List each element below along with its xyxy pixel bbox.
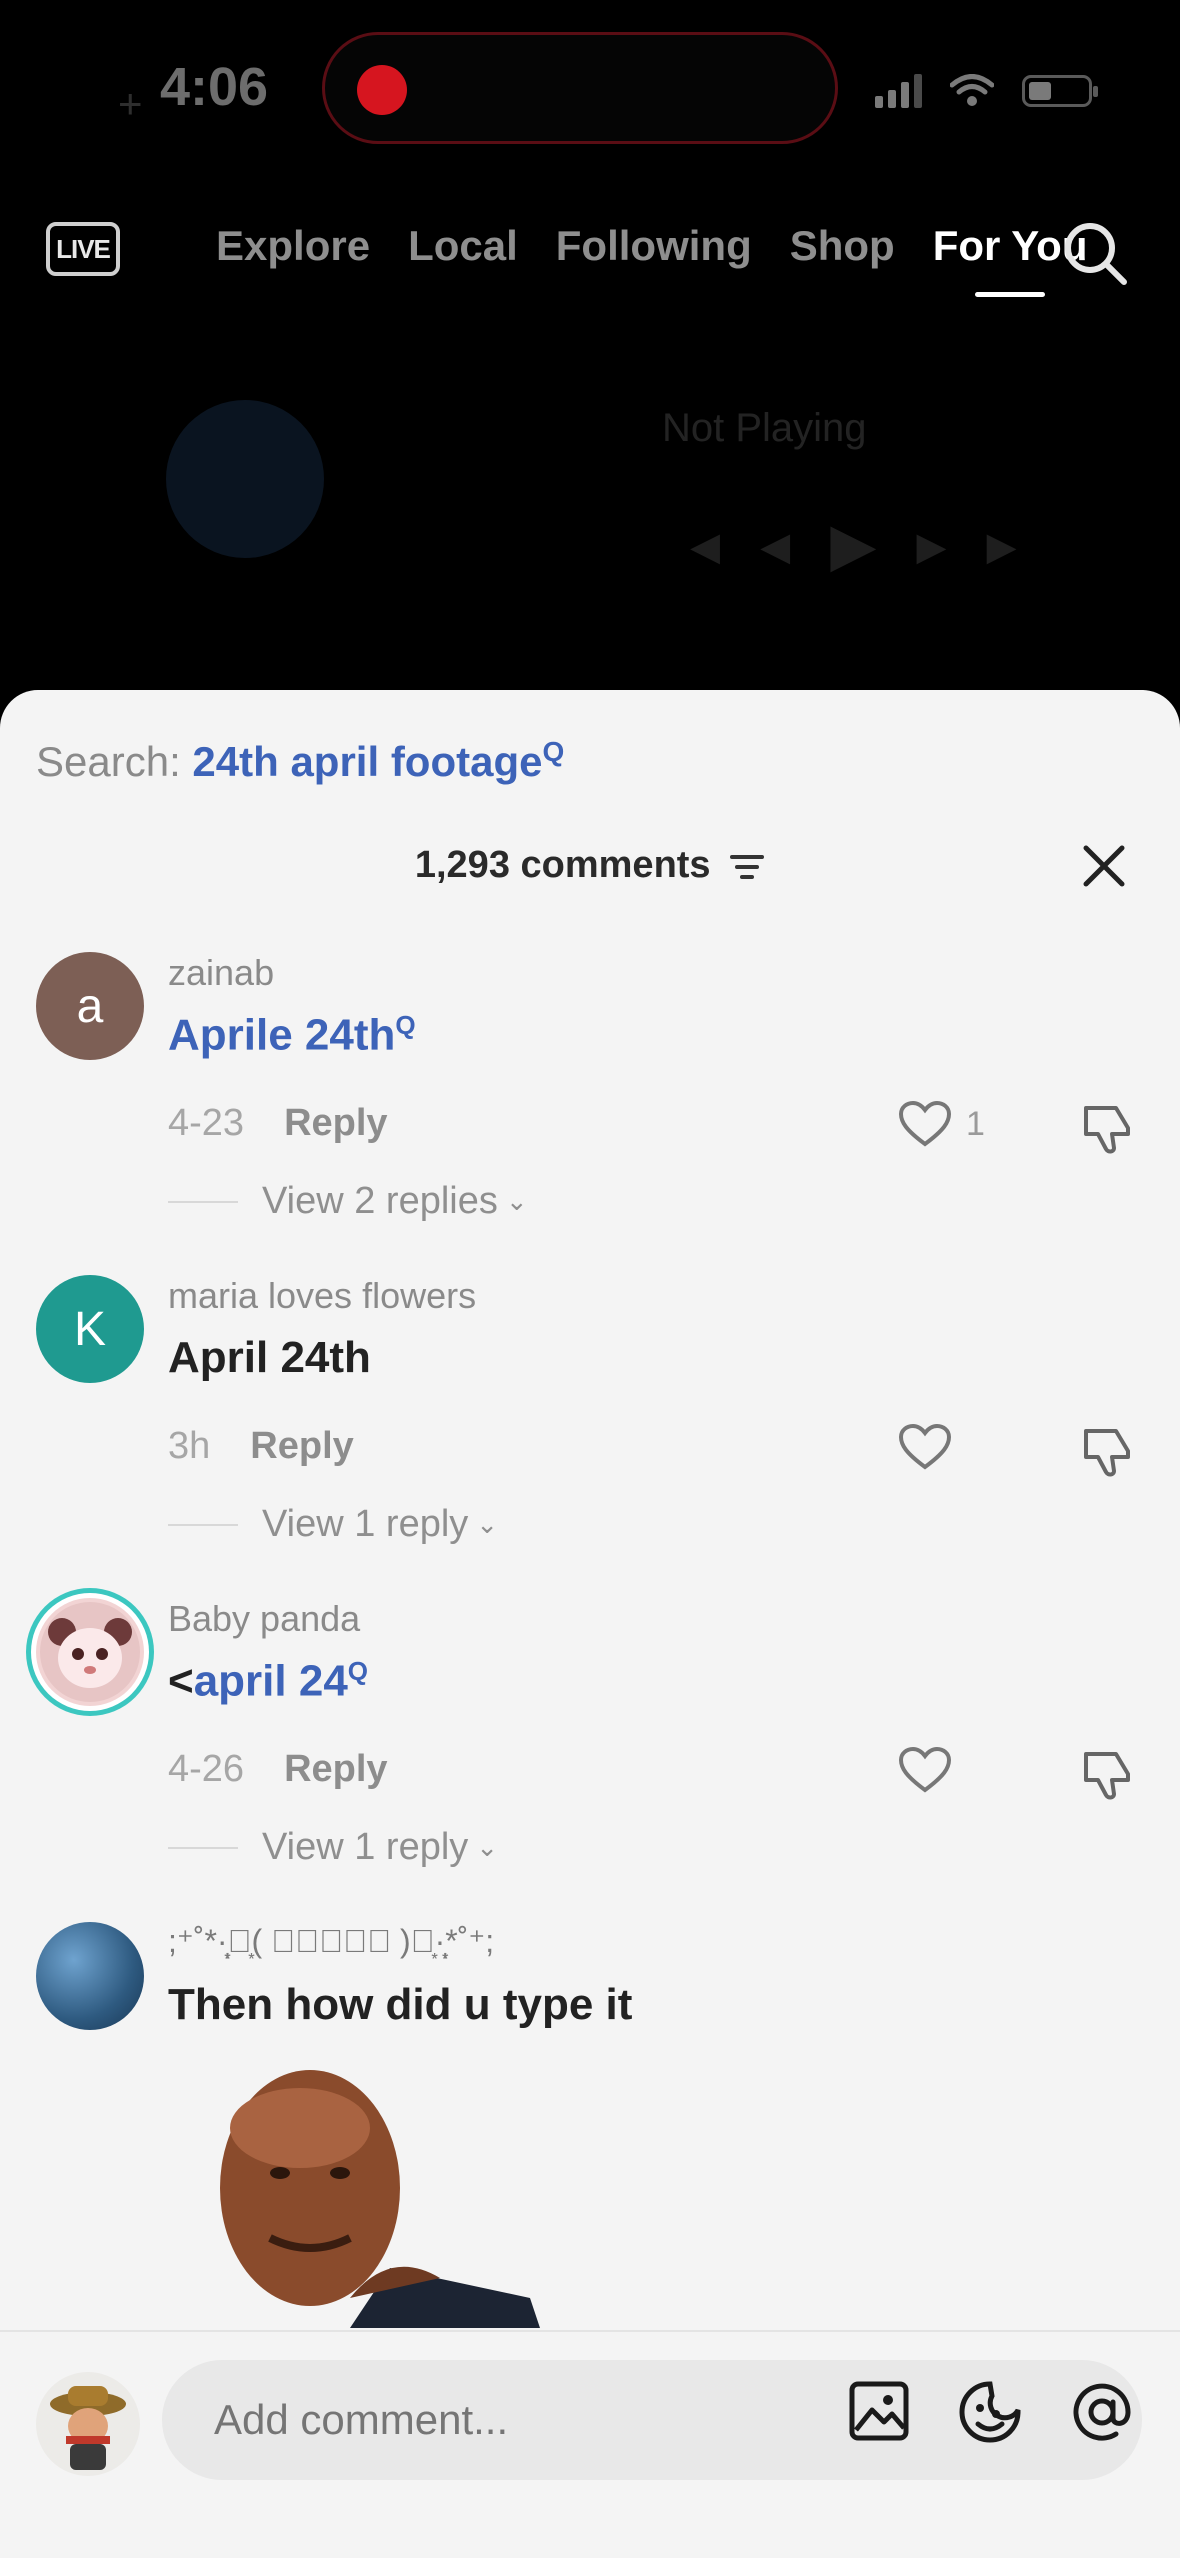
- avatar[interactable]: [36, 1598, 144, 1706]
- chevron-down-icon: ⌄: [476, 1832, 499, 1862]
- image-icon[interactable]: [848, 2380, 910, 2442]
- battery-icon: [1022, 75, 1098, 107]
- view-replies-label: View 1 reply: [262, 1826, 469, 1868]
- search-term-link[interactable]: 24th april footage: [192, 738, 542, 785]
- plus-icon: +: [118, 80, 143, 127]
- heart-icon: [898, 1746, 952, 1793]
- view-replies-button[interactable]: View 1 reply ⌄: [168, 1826, 498, 1869]
- reply-button[interactable]: Reply: [284, 1102, 387, 1144]
- heart-icon: [898, 1100, 952, 1147]
- comment-text-value: april 24: [193, 1656, 348, 1706]
- chevron-down-icon: ⌄: [476, 1509, 499, 1539]
- search-small-icon: Q: [395, 1010, 416, 1040]
- status-bar: + 4:06: [0, 0, 1180, 170]
- dislike-icon[interactable]: [1080, 1102, 1134, 1156]
- filter-icon[interactable]: [729, 852, 765, 882]
- comment-text: April 24th: [168, 1333, 371, 1382]
- wifi-icon: [950, 74, 994, 106]
- tab-explore[interactable]: Explore: [216, 222, 370, 270]
- related-search[interactable]: Search: 24th april footageQ: [36, 736, 564, 786]
- live-icon[interactable]: LIVE: [46, 222, 120, 276]
- divider: [168, 1523, 238, 1526]
- comment-date: 4-23: [168, 1102, 245, 1144]
- comment-text[interactable]: Aprile 24thQ: [168, 1010, 416, 1061]
- search-small-icon: Q: [347, 1656, 369, 1686]
- view-replies-button[interactable]: View 1 reply ⌄: [168, 1503, 498, 1546]
- search-icon[interactable]: [1060, 218, 1130, 288]
- search-prefix: Search:: [36, 738, 193, 785]
- comments-count-label: 1,293 comments: [414, 844, 711, 886]
- panda-avatar-image: [40, 1602, 140, 1702]
- divider: [168, 1846, 238, 1849]
- comment-text[interactable]: <april 24Q: [168, 1656, 368, 1707]
- comment-meta: 3h Reply: [168, 1425, 354, 1468]
- like-button[interactable]: 1: [898, 1100, 985, 1148]
- avatar-letter: K: [73, 1302, 106, 1356]
- avatar-letter: a: [76, 979, 104, 1033]
- like-button[interactable]: [898, 1746, 952, 1794]
- reply-button[interactable]: Reply: [284, 1748, 387, 1790]
- background-wifi-tile: [166, 400, 324, 558]
- status-icons: [875, 74, 1098, 108]
- comment-username[interactable]: zainab: [168, 952, 274, 994]
- tab-local[interactable]: Local: [408, 222, 518, 270]
- emoji-icon[interactable]: [958, 2380, 1022, 2444]
- divider: [168, 1200, 238, 1203]
- composer-actions: [848, 2380, 1134, 2444]
- avatar[interactable]: [36, 1922, 144, 2030]
- comment-date: 3h: [168, 1425, 211, 1467]
- tab-shop[interactable]: Shop: [790, 222, 895, 270]
- comment-username[interactable]: maria loves flowers: [168, 1275, 476, 1317]
- dislike-icon[interactable]: [1080, 1748, 1134, 1802]
- comments-sheet: Search: 24th april footageQ 1,293 commen…: [0, 690, 1180, 2558]
- view-replies-label: View 1 reply: [262, 1503, 469, 1545]
- chevron-down-icon: ⌄: [505, 1186, 528, 1216]
- heart-icon: [898, 1423, 952, 1470]
- comment-composer: [0, 2330, 1180, 2558]
- cellular-signal-icon: [875, 74, 922, 108]
- view-replies-label: View 2 replies: [262, 1180, 498, 1222]
- mention-icon[interactable]: [1070, 2380, 1134, 2444]
- feed-tabs: Explore Local Following Shop For You: [216, 222, 1125, 270]
- status-time: 4:06: [160, 57, 269, 117]
- close-icon[interactable]: [1076, 838, 1132, 894]
- comment-text-value: Aprile 24th: [168, 1010, 396, 1060]
- my-avatar[interactable]: [36, 2372, 140, 2476]
- comment-username[interactable]: Baby panda: [168, 1598, 360, 1640]
- screen-recording-indicator[interactable]: [322, 32, 838, 144]
- comments-count[interactable]: 1,293 comments: [0, 844, 1180, 887]
- comment-date: 4-26: [168, 1748, 245, 1790]
- tab-following[interactable]: Following: [556, 222, 752, 270]
- comment-username[interactable]: ;⁺˚*·̩͙‧͙( 𝒏𝒊𝒚𝒂𝒉 )‧͙·̩͙*˚⁺;: [168, 1922, 494, 1960]
- reply-button[interactable]: Reply: [250, 1425, 353, 1467]
- comment-text-prefix: <: [168, 1656, 194, 1706]
- comment-meta: 4-23 Reply: [168, 1102, 388, 1145]
- like-count: 1: [966, 1104, 985, 1143]
- dislike-icon[interactable]: [1080, 1425, 1134, 1479]
- user-avatar-image: [50, 2386, 126, 2470]
- top-navigation: LIVE Explore Local Following Shop For Yo…: [0, 200, 1180, 290]
- search-small-icon: Q: [542, 736, 565, 767]
- avatar[interactable]: a: [36, 952, 144, 1060]
- live-label: LIVE: [56, 233, 111, 264]
- like-button[interactable]: [898, 1423, 952, 1471]
- comments-header: 1,293 comments: [0, 830, 1180, 910]
- recording-dot-icon: [357, 65, 407, 115]
- background-now-playing: Not Playing: [662, 406, 867, 450]
- view-replies-button[interactable]: View 2 replies ⌄: [168, 1180, 528, 1223]
- avatar[interactable]: K: [36, 1275, 144, 1383]
- background-media-controls: ◂◂▶▸▸: [690, 511, 1057, 578]
- comment-text: Then how did u type it: [168, 1980, 633, 2029]
- comment-sticker-image[interactable]: [200, 2068, 540, 2328]
- comment-meta: 4-26 Reply: [168, 1748, 388, 1791]
